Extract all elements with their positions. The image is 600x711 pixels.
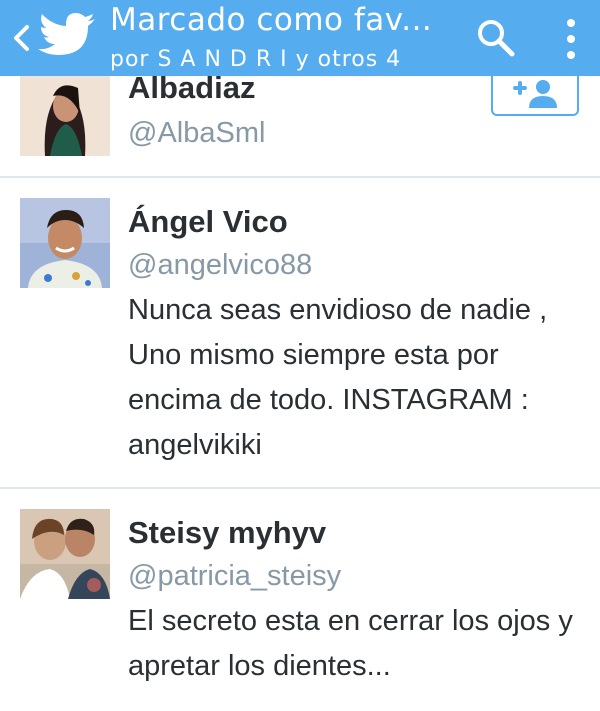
user-list: Albadiaz @AlbaSml Ángel Vico @angelvico8… <box>0 0 600 711</box>
search-icon[interactable] <box>476 18 516 58</box>
user-name[interactable]: Ángel Vico <box>128 204 288 240</box>
list-item[interactable]: Ángel Vico @angelvico88 Nunca seas envid… <box>0 178 600 488</box>
user-name[interactable]: Steisy myhyv <box>128 515 326 551</box>
avatar[interactable] <box>20 198 110 288</box>
user-handle: @patricia_steisy <box>128 560 342 592</box>
user-bio: Nunca seas envidioso de nadie , Uno mism… <box>128 294 548 461</box>
action-bar: Marcado como fav... por S A N D R I y ot… <box>0 0 600 76</box>
user-handle: @angelvico88 <box>128 249 313 281</box>
avatar[interactable] <box>20 66 110 156</box>
add-user-icon <box>513 80 557 108</box>
avatar[interactable] <box>20 509 110 599</box>
page-title: Marcado como fav... <box>110 2 433 38</box>
page-subtitle: por S A N D R I y otros 4 <box>110 47 402 72</box>
user-handle: @AlbaSml <box>128 117 266 149</box>
list-item[interactable]: Steisy myhyv @patricia_steisy El secreto… <box>0 489 600 711</box>
back-chevron-icon[interactable] <box>10 22 32 54</box>
overflow-menu-icon[interactable] <box>560 16 582 62</box>
twitter-bird-icon[interactable] <box>38 13 96 61</box>
user-bio: El secreto esta en cerrar los ojos y apr… <box>128 605 573 682</box>
